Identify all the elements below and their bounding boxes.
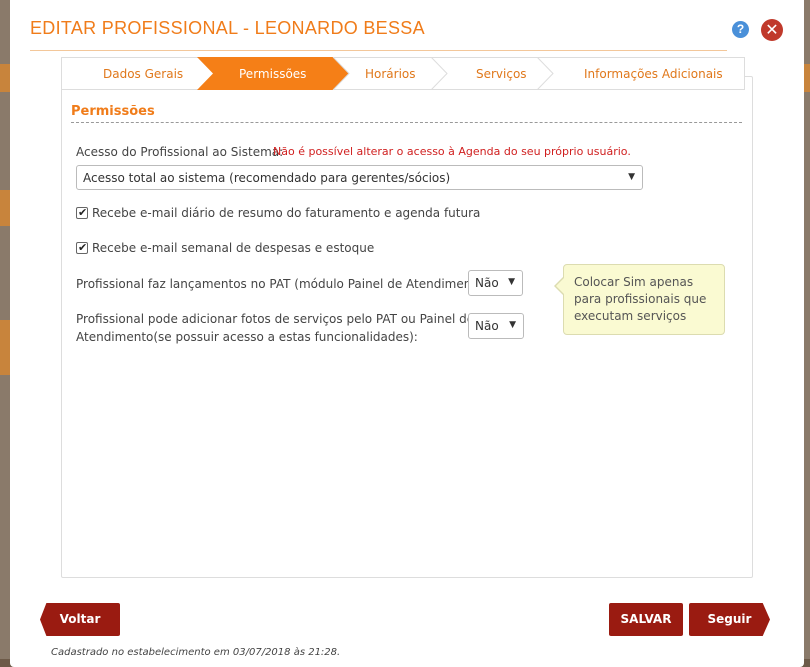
weekly-email-label: Recebe e-mail semanal de despesas e esto… — [92, 241, 375, 255]
tab-horarios[interactable]: Horários — [365, 67, 416, 81]
photos-label-line2: Atendimento(se possuir acesso a estas fu… — [76, 330, 418, 344]
pat-label: Profissional faz lançamentos no PAT (mód… — [76, 277, 493, 291]
access-label: Acesso do Profissional ao Sistema: — [76, 145, 284, 159]
back-button[interactable]: Voltar — [40, 603, 120, 636]
daily-email-row[interactable]: ✔ Recebe e-mail diário de resumo do fatu… — [76, 206, 480, 220]
chevron-down-icon: ▼ — [509, 320, 516, 330]
background-strip — [0, 190, 10, 226]
photos-select[interactable]: Não ▼ — [468, 313, 524, 339]
edit-professional-modal: EDITAR PROFISSIONAL - LEONARDO BESSA ? ✕… — [10, 0, 804, 667]
weekly-email-row[interactable]: ✔ Recebe e-mail semanal de despesas e es… — [76, 241, 374, 255]
wizard-tabs: Dados Gerais Permissões Horários Serviço… — [61, 57, 745, 90]
check-icon: ✔ — [78, 206, 88, 219]
access-select-value: Acesso total ao sistema (recomendado par… — [83, 171, 451, 185]
tab-servicos[interactable]: Serviços — [476, 67, 527, 81]
check-icon: ✔ — [78, 241, 88, 254]
background-strip — [0, 320, 10, 375]
help-icon[interactable]: ? — [732, 21, 749, 38]
chevron-down-icon: ▼ — [508, 277, 515, 287]
background-strip — [804, 64, 810, 92]
daily-email-checkbox[interactable]: ✔ — [76, 206, 88, 219]
section-divider — [71, 122, 742, 123]
modal-title: EDITAR PROFISSIONAL - LEONARDO BESSA — [30, 18, 425, 38]
weekly-email-checkbox[interactable]: ✔ — [76, 241, 88, 254]
registration-note: Cadastrado no estabelecimento em 03/07/2… — [51, 647, 341, 658]
title-divider — [30, 50, 727, 51]
access-warning: Não é possível alterar o acesso à Agenda… — [273, 145, 631, 158]
tab-informacoes-adicionais[interactable]: Informações Adicionais — [584, 67, 723, 81]
chevron-down-icon: ▼ — [628, 172, 635, 182]
photos-select-value: Não — [475, 319, 499, 333]
access-select[interactable]: Acesso total ao sistema (recomendado par… — [76, 165, 643, 190]
save-button[interactable]: SALVAR — [609, 603, 683, 636]
pat-select-value: Não — [475, 276, 499, 290]
daily-email-label: Recebe e-mail diário de resumo do fatura… — [92, 206, 481, 220]
background-strip — [0, 64, 10, 92]
pat-select[interactable]: Não ▼ — [468, 270, 523, 296]
close-icon[interactable]: ✕ — [761, 19, 783, 41]
tooltip-arrow-fill — [556, 278, 564, 294]
tab-dados-gerais[interactable]: Dados Gerais — [103, 67, 183, 81]
photos-label-line1: Profissional pode adicionar fotos de ser… — [76, 312, 475, 326]
section-title: Permissões — [71, 104, 155, 119]
tab-permissoes[interactable]: Permissões — [239, 67, 306, 81]
tooltip: Colocar Sim apenas para profissionais qu… — [563, 264, 725, 335]
next-button[interactable]: Seguir — [689, 603, 770, 636]
